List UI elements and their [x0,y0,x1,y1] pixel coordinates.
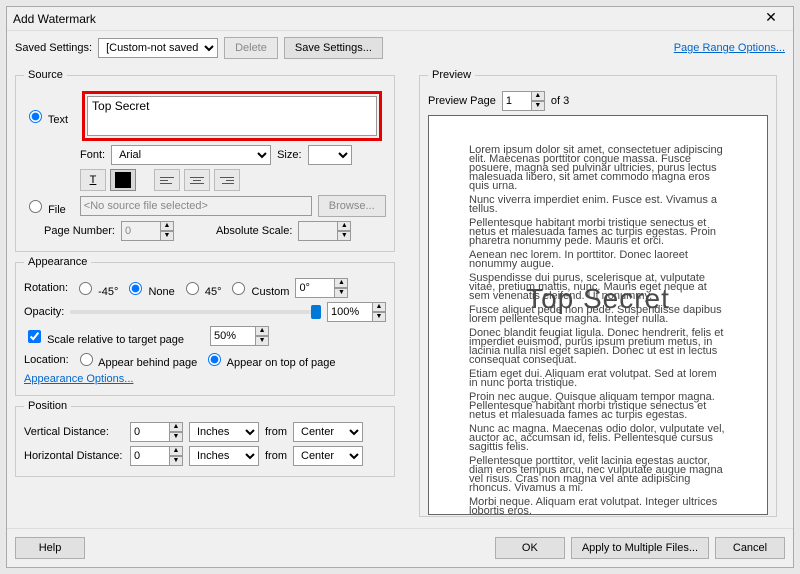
location-behind-radio[interactable]: Appear behind page [75,350,198,369]
location-top-radio[interactable]: Appear on top of page [203,350,335,369]
browse-button[interactable]: Browse... [318,195,386,217]
hd-unit-select[interactable]: Inches [189,446,259,466]
rotation-spinner[interactable]: ▲▼ [334,278,348,298]
vd-unit-select[interactable]: Inches [189,422,259,442]
file-path-input[interactable] [80,196,312,216]
font-label: Font: [80,149,105,161]
font-select[interactable]: Arial [111,145,271,165]
preview-page-spinner[interactable]: ▲▼ [531,91,545,111]
saved-settings-select[interactable]: [Custom-not saved] [98,38,218,58]
preview-of-label: of 3 [551,95,569,107]
underline-icon[interactable]: T [80,169,106,191]
preview-page-label: Preview Page [428,95,496,107]
button-bar: Help OK Apply to Multiple Files... Cance… [7,528,793,567]
align-left-icon[interactable] [154,169,180,191]
hd-from-label: from [265,450,287,462]
saved-settings-label: Saved Settings: [15,42,92,54]
source-legend: Source [24,69,67,81]
scale-spinner[interactable]: ▲▼ [255,326,269,346]
apply-multiple-button[interactable]: Apply to Multiple Files... [571,537,709,559]
scale-input[interactable] [210,326,256,346]
ok-button[interactable]: OK [495,537,565,559]
close-icon[interactable]: ✕ [755,9,787,29]
hd-spinner[interactable]: ▲▼ [169,446,183,466]
absolute-scale-spinner[interactable]: ▲▼ [337,221,351,241]
page-number-input[interactable] [121,221,161,241]
size-select[interactable] [308,145,352,165]
file-radio[interactable]: File [24,197,66,216]
page-number-label: Page Number: [44,225,115,237]
vd-spinner[interactable]: ▲▼ [169,422,183,442]
opacity-input[interactable] [327,302,373,322]
size-label: Size: [277,149,301,161]
preview-canvas: Lorem ipsum dolor sit amet, consectetuer… [428,115,768,515]
absolute-scale-label: Absolute Scale: [216,225,292,237]
text-radio[interactable]: Text [24,107,68,126]
appearance-options-link[interactable]: Appearance Options... [24,373,133,385]
top-row: Saved Settings: [Custom-not saved] Delet… [7,31,793,65]
rotation-neg45-radio[interactable]: -45° [74,279,118,298]
location-label: Location: [24,354,69,366]
opacity-slider[interactable] [70,310,321,314]
page-number-spinner[interactable]: ▲▼ [160,221,174,241]
font-color-icon[interactable] [110,169,136,191]
absolute-scale-input[interactable] [298,221,338,241]
rotation-45-radio[interactable]: 45° [181,279,222,298]
watermark-text-input[interactable]: Top Secret [87,96,377,136]
page-range-options-link[interactable]: Page Range Options... [674,42,785,54]
delete-button[interactable]: Delete [224,37,278,59]
vd-from-label: from [265,426,287,438]
preview-page-input[interactable] [502,91,532,111]
preview-fieldset: Preview Preview Page ▲▼ of 3 Lorem ipsum… [419,69,777,517]
position-fieldset: Position Vertical Distance: ▲▼ Inches fr… [15,400,395,477]
rotation-label: Rotation: [24,282,68,294]
position-legend: Position [24,400,71,412]
titlebar: Add Watermark ✕ [7,7,793,31]
add-watermark-dialog: Add Watermark ✕ Saved Settings: [Custom-… [6,6,794,568]
opacity-spinner[interactable]: ▲▼ [372,302,386,322]
preview-lorem-text: Lorem ipsum dolor sit amet, consectetuer… [469,146,727,515]
watermark-preview-text: Top Secret [429,283,767,315]
opacity-label: Opacity: [24,306,64,318]
horizontal-distance-label: Horizontal Distance: [24,450,124,462]
hd-from-select[interactable]: Center [293,446,363,466]
scale-relative-checkbox[interactable]: Scale relative to target page [24,327,184,346]
vertical-distance-label: Vertical Distance: [24,426,124,438]
source-fieldset: Source Text Top Secret Font: Arial Size:… [15,69,395,252]
align-center-icon[interactable] [184,169,210,191]
dialog-title: Add Watermark [13,12,755,26]
cancel-button[interactable]: Cancel [715,537,785,559]
vertical-distance-input[interactable] [130,422,170,442]
vd-from-select[interactable]: Center [293,422,363,442]
rotation-custom-input[interactable] [295,278,335,298]
horizontal-distance-input[interactable] [130,446,170,466]
save-settings-button[interactable]: Save Settings... [284,37,383,59]
rotation-custom-radio[interactable]: Custom [227,279,289,298]
rotation-none-radio[interactable]: None [124,279,174,298]
appearance-fieldset: Appearance Rotation: -45° None 45° Custo… [15,256,395,396]
help-button[interactable]: Help [15,537,85,559]
preview-legend: Preview [428,69,475,81]
align-right-icon[interactable] [214,169,240,191]
appearance-legend: Appearance [24,256,91,268]
